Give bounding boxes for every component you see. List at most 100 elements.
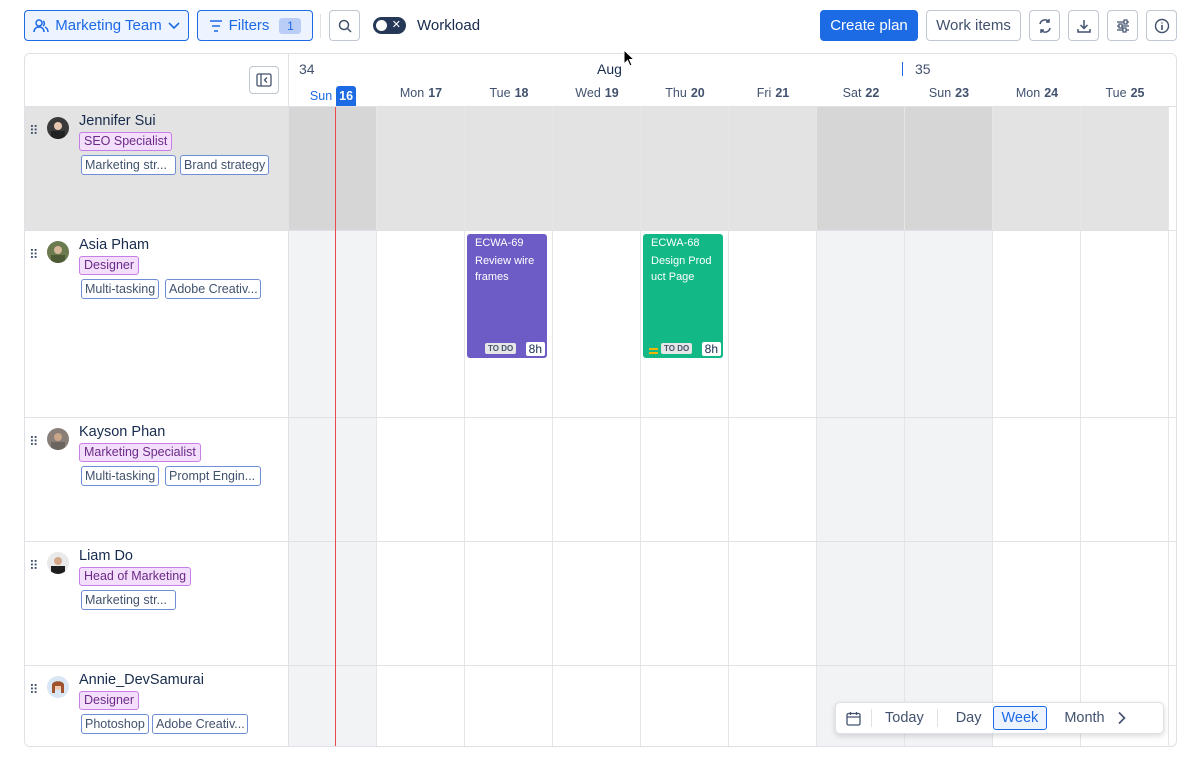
info-button[interactable] <box>1146 10 1177 41</box>
workload-toggle[interactable]: ✕ <box>373 17 406 34</box>
day-cell[interactable] <box>289 666 377 746</box>
nav-divider <box>871 709 872 727</box>
person-info: ⠿ Jennifer Sui SEO Specialist Marketing … <box>25 107 289 230</box>
avatar <box>47 241 69 263</box>
day-header: Wed 19 <box>553 86 641 100</box>
task-card[interactable]: ECWA-68 Design Prod uct Page TO DO 8h <box>643 234 723 358</box>
day-header: Sun 23 <box>905 86 993 100</box>
day-view-button[interactable]: Day <box>948 707 990 729</box>
day-header: Mon 24 <box>993 86 1081 100</box>
day-cell[interactable] <box>729 666 817 746</box>
day-cell[interactable] <box>377 418 465 541</box>
day-cell[interactable] <box>377 542 465 665</box>
week-view-button[interactable]: Week <box>992 706 1048 730</box>
day-cell[interactable] <box>993 542 1081 665</box>
task-key: ECWA-68 <box>651 237 700 249</box>
day-cell[interactable] <box>905 418 993 541</box>
day-cell[interactable] <box>465 542 553 665</box>
filter-icon <box>209 19 222 32</box>
day-cell[interactable] <box>729 418 817 541</box>
day-number: 17 <box>428 86 443 100</box>
person-row: ⠿ Kayson Phan Marketing Specialist Multi… <box>25 418 1176 542</box>
toggle-knob <box>376 20 387 31</box>
day-cell[interactable] <box>729 231 817 417</box>
day-cell[interactable] <box>553 231 641 417</box>
day-cell[interactable] <box>993 231 1081 417</box>
day-cell[interactable] <box>553 542 641 665</box>
week-number: 34 <box>299 61 315 77</box>
task-title: Design Prod uct Page <box>651 255 712 283</box>
settings-sliders-button[interactable] <box>1107 10 1138 41</box>
person-name: Kayson Phan <box>79 424 166 440</box>
day-cell[interactable] <box>289 418 377 541</box>
skill-tag: Adobe Creativ... <box>152 714 248 734</box>
day-cell[interactable] <box>641 418 729 541</box>
calendar-icon <box>846 711 861 726</box>
info-icon <box>1154 18 1169 33</box>
drag-handle-icon[interactable]: ⠿ <box>29 558 38 574</box>
day-cell[interactable] <box>377 666 465 746</box>
day-cell[interactable] <box>289 231 377 417</box>
team-selector-button[interactable]: Marketing Team <box>24 10 189 41</box>
day-cell[interactable] <box>993 418 1081 541</box>
nav-divider <box>936 709 938 727</box>
day-cell[interactable] <box>553 666 641 746</box>
collapse-panel-icon <box>256 73 272 87</box>
day-cell[interactable] <box>729 107 817 230</box>
day-name: Sat <box>842 86 862 100</box>
day-cell[interactable] <box>289 542 377 665</box>
download-button[interactable] <box>1068 10 1099 41</box>
month-view-button[interactable]: Month <box>1056 707 1112 729</box>
day-cell[interactable] <box>905 107 993 230</box>
calendar-picker-button[interactable] <box>836 711 871 726</box>
day-name: Tue <box>1105 86 1127 100</box>
day-header: Mon 17 <box>377 86 465 100</box>
drag-handle-icon[interactable]: ⠿ <box>29 434 38 450</box>
day-cell[interactable] <box>729 542 817 665</box>
task-estimate: 8h <box>701 342 721 356</box>
priority-medium-icon <box>649 348 658 354</box>
today-button[interactable]: Today <box>877 707 932 729</box>
day-cell[interactable] <box>817 418 905 541</box>
filters-button[interactable]: Filters 1 <box>197 10 313 41</box>
day-cell[interactable] <box>465 107 553 230</box>
day-cell[interactable] <box>993 107 1081 230</box>
next-period-button[interactable] <box>1117 711 1127 725</box>
day-cell[interactable] <box>817 542 905 665</box>
day-cell[interactable] <box>377 231 465 417</box>
calendar-header: 34 Aug 35 Sun 16 Mon 17 Tue 18 Wed 19 Thu 20 … <box>289 54 1176 107</box>
day-cell[interactable] <box>905 542 993 665</box>
day-cell[interactable] <box>641 542 729 665</box>
day-cell[interactable] <box>465 418 553 541</box>
refresh-button[interactable] <box>1029 10 1060 41</box>
filters-count-badge: 1 <box>279 17 302 34</box>
day-cell[interactable] <box>1081 231 1169 417</box>
day-cell[interactable] <box>641 666 729 746</box>
drag-handle-icon[interactable]: ⠿ <box>29 247 38 263</box>
create-plan-button[interactable]: Create plan <box>820 10 918 41</box>
day-cell[interactable] <box>1081 107 1169 230</box>
toolbar: Marketing Team Filters 1 ✕ Workload Crea… <box>0 0 1200 52</box>
day-cell[interactable] <box>289 107 377 230</box>
drag-handle-icon[interactable]: ⠿ <box>29 123 38 139</box>
day-cell[interactable] <box>1081 418 1169 541</box>
skill-tag: Multi-tasking <box>81 466 160 486</box>
person-info: ⠿ Kayson Phan Marketing Specialist Multi… <box>25 418 289 541</box>
day-cell[interactable] <box>553 418 641 541</box>
day-cell[interactable] <box>553 107 641 230</box>
search-button[interactable] <box>329 10 360 41</box>
day-cell[interactable] <box>817 107 905 230</box>
task-card[interactable]: ECWA-69 Review wire frames TO DO 8h <box>467 234 547 358</box>
day-cell[interactable] <box>465 666 553 746</box>
day-cell[interactable] <box>817 231 905 417</box>
day-cell[interactable] <box>641 107 729 230</box>
day-cell[interactable] <box>1081 542 1169 665</box>
drag-handle-icon[interactable]: ⠿ <box>29 682 38 698</box>
day-cell[interactable] <box>905 231 993 417</box>
work-items-button[interactable]: Work items <box>926 10 1021 41</box>
collapse-sidebar-button[interactable] <box>249 66 279 94</box>
day-cell[interactable] <box>377 107 465 230</box>
person-info: ⠿ Annie_DevSamurai Designer Photoshop Ad… <box>25 666 289 746</box>
day-header: Sat 22 <box>817 86 905 100</box>
person-name: Liam Do <box>79 548 133 564</box>
